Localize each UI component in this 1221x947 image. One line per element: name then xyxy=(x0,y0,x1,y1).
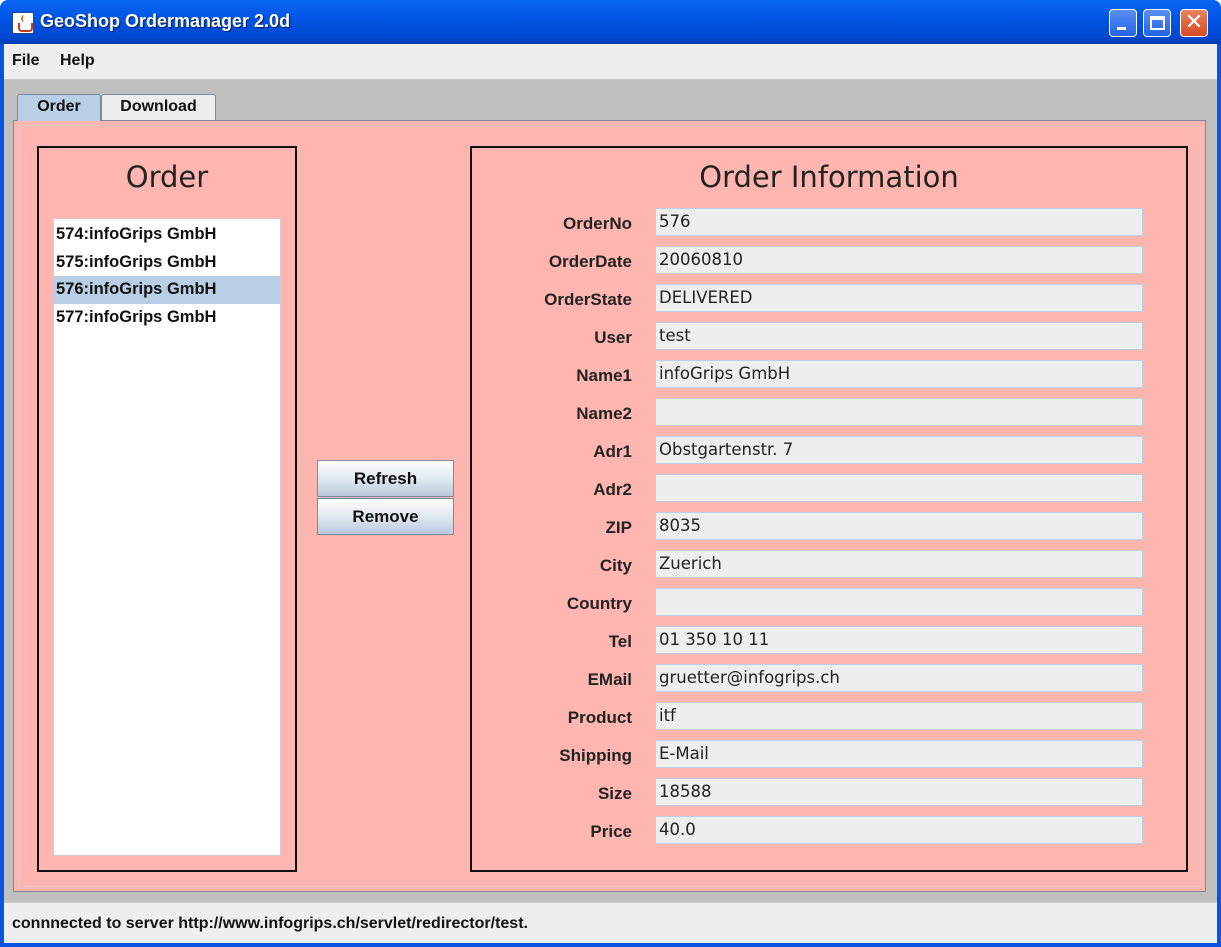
tab-strip: Order Download xyxy=(4,80,1217,122)
field-row-shipping: Shipping E-Mail xyxy=(472,740,1186,772)
window-title: GeoShop Ordermanager 2.0d xyxy=(40,11,291,31)
product-field[interactable]: itf xyxy=(655,702,1143,730)
close-icon: ✕ xyxy=(1184,10,1204,35)
tab-download[interactable]: Download xyxy=(101,94,216,121)
close-button[interactable]: ✕ xyxy=(1180,9,1208,37)
city-label: City xyxy=(599,556,632,575)
order-information-panel: Order Information OrderNo 576 OrderDate … xyxy=(470,146,1188,872)
tel-field[interactable]: 01 350 10 11 xyxy=(655,626,1143,654)
field-row-tel: Tel 01 350 10 11 xyxy=(472,626,1186,658)
field-row-orderdate: OrderDate 20060810 xyxy=(472,246,1186,278)
size-field[interactable]: 18588 xyxy=(655,778,1143,806)
minimize-icon xyxy=(1117,27,1126,30)
product-label: Product xyxy=(567,708,632,727)
field-row-orderno: OrderNo 576 xyxy=(472,208,1186,240)
title-bar[interactable]: GeoShop Ordermanager 2.0d ✕ xyxy=(0,0,1221,44)
orderno-label: OrderNo xyxy=(563,214,632,233)
orderstate-label: OrderState xyxy=(544,290,632,309)
order-heading: Order xyxy=(125,160,209,194)
price-field[interactable]: 40.0 xyxy=(655,816,1143,844)
orderdate-field[interactable]: 20060810 xyxy=(655,246,1143,274)
field-row-adr2: Adr2 xyxy=(472,474,1186,506)
price-label: Price xyxy=(590,822,632,841)
email-field[interactable]: gruetter@infogrips.ch xyxy=(655,664,1143,692)
maximize-icon xyxy=(1150,16,1165,30)
zip-label: ZIP xyxy=(605,518,632,537)
menu-file[interactable]: File xyxy=(12,52,40,70)
app-window: GeoShop Ordermanager 2.0d ✕ File Help Or… xyxy=(0,0,1221,947)
orderstate-field[interactable]: DELIVERED xyxy=(655,284,1143,312)
menu-bar: File Help xyxy=(4,44,1217,80)
menu-help[interactable]: Help xyxy=(60,52,95,70)
field-row-size: Size 18588 xyxy=(472,778,1186,810)
zip-field[interactable]: 8035 xyxy=(655,512,1143,540)
field-row-user: User test xyxy=(472,322,1186,354)
shipping-field[interactable]: E-Mail xyxy=(655,740,1143,768)
refresh-button[interactable]: Refresh xyxy=(317,460,454,497)
name1-label: Name1 xyxy=(576,366,632,385)
order-list-item[interactable]: 577:infoGrips GmbH xyxy=(54,304,280,332)
field-row-country: Country xyxy=(472,588,1186,620)
order-panel: Order 574:infoGrips GmbH 575:infoGrips G… xyxy=(37,146,297,872)
order-list[interactable]: 574:infoGrips GmbH 575:infoGrips GmbH 57… xyxy=(53,218,281,856)
field-row-city: City Zuerich xyxy=(472,550,1186,582)
user-label: User xyxy=(594,328,632,347)
orderno-field[interactable]: 576 xyxy=(655,208,1143,236)
order-list-item-selected[interactable]: 576:infoGrips GmbH xyxy=(54,276,280,304)
email-label: EMail xyxy=(587,670,632,689)
window-client-area: File Help Order Download Order 574:infoG… xyxy=(4,44,1217,943)
tab-order[interactable]: Order xyxy=(17,94,101,121)
field-row-adr1: Adr1 Obstgartenstr. 7 xyxy=(472,436,1186,468)
country-label: Country xyxy=(566,594,632,613)
field-row-price: Price 40.0 xyxy=(472,816,1186,848)
size-label: Size xyxy=(597,784,632,803)
tab-panel-content: Order 574:infoGrips GmbH 575:infoGrips G… xyxy=(18,125,1201,887)
field-row-email: EMail gruetter@infogrips.ch xyxy=(472,664,1186,696)
name1-field[interactable]: infoGrips GmbH xyxy=(655,360,1143,388)
field-row-name1: Name1 infoGrips GmbH xyxy=(472,360,1186,392)
status-bar: connnected to server http://www.infogrip… xyxy=(4,902,1217,943)
minimize-button[interactable] xyxy=(1109,9,1137,37)
order-list-item[interactable]: 574:infoGrips GmbH xyxy=(54,221,280,249)
field-row-orderstate: OrderState DELIVERED xyxy=(472,284,1186,316)
maximize-button[interactable] xyxy=(1143,9,1171,37)
order-tab-panel: Order 574:infoGrips GmbH 575:infoGrips G… xyxy=(13,120,1206,892)
field-row-name2: Name2 xyxy=(472,398,1186,430)
orderdate-label: OrderDate xyxy=(548,252,632,271)
java-cup-icon[interactable] xyxy=(12,12,34,34)
name2-label: Name2 xyxy=(576,404,632,423)
adr1-field[interactable]: Obstgartenstr. 7 xyxy=(655,436,1143,464)
shipping-label: Shipping xyxy=(559,746,632,765)
adr2-field[interactable] xyxy=(655,474,1143,502)
city-field[interactable]: Zuerich xyxy=(655,550,1143,578)
order-list-item[interactable]: 575:infoGrips GmbH xyxy=(54,249,280,277)
name2-field[interactable] xyxy=(655,398,1143,426)
user-field[interactable]: test xyxy=(655,322,1143,350)
adr2-label: Adr2 xyxy=(593,480,632,499)
country-field[interactable] xyxy=(655,588,1143,616)
field-row-zip: ZIP 8035 xyxy=(472,512,1186,544)
order-information-heading: Order Information xyxy=(699,160,959,194)
adr1-label: Adr1 xyxy=(593,442,632,461)
remove-button[interactable]: Remove xyxy=(317,498,454,535)
tel-label: Tel xyxy=(608,632,632,651)
field-row-product: Product itf xyxy=(472,702,1186,734)
status-text: connnected to server http://www.infogrip… xyxy=(12,915,528,932)
